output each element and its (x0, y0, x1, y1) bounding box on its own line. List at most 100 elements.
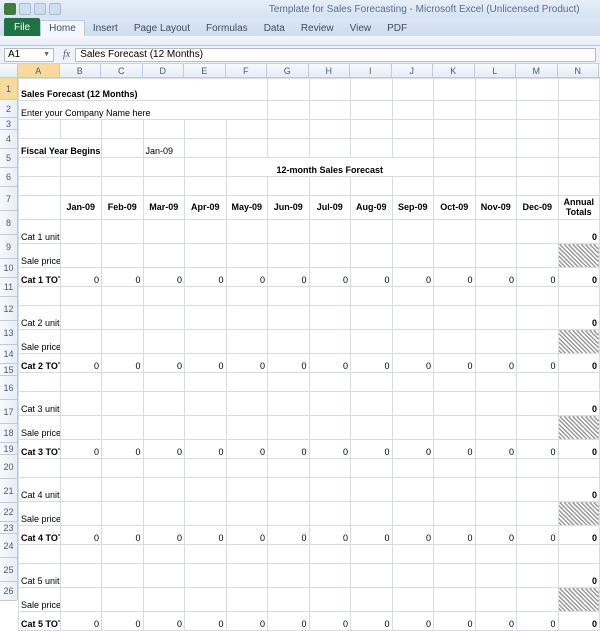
cell-cat5-units-m4[interactable] (226, 564, 268, 588)
cell-cat5-units-m7[interactable] (351, 564, 393, 588)
cell-cat1-price-m1[interactable] (102, 244, 144, 268)
cell-cat4-units-m9[interactable] (434, 478, 476, 502)
cell-cat4-price-m6[interactable] (309, 502, 351, 526)
cell-cat1-price-m6[interactable] (309, 244, 351, 268)
tab-data[interactable]: Data (256, 20, 293, 36)
cell-cat5-units-m10[interactable] (475, 564, 517, 588)
cell-cat2-price-m1[interactable] (102, 330, 144, 354)
col-header-F[interactable]: F (226, 64, 268, 77)
cell-cat2-price-m5[interactable] (268, 330, 310, 354)
name-box[interactable]: A1 ▼ (4, 48, 54, 62)
cell-cat4-price-m0[interactable] (60, 502, 102, 526)
col-header-E[interactable]: E (184, 64, 226, 77)
cell-cat4-price-m1[interactable] (102, 502, 144, 526)
row-header-5[interactable]: 5 (0, 149, 17, 168)
cell-cat2-units-m9[interactable] (434, 306, 476, 330)
company-name-input[interactable]: Enter your Company Name here (19, 101, 268, 120)
row-header-19[interactable]: 19 (0, 443, 17, 455)
tab-review[interactable]: Review (293, 20, 342, 36)
row-header-16[interactable]: 16 (0, 376, 17, 400)
cell-cat3-units-m9[interactable] (434, 392, 476, 416)
cell-cat2-price-m6[interactable] (309, 330, 351, 354)
cell-cat3-units-m11[interactable] (517, 392, 559, 416)
cell-cat5-units-m0[interactable] (60, 564, 102, 588)
cell-cat4-units-m5[interactable] (268, 478, 310, 502)
cell-cat2-price-m8[interactable] (392, 330, 434, 354)
row-header-21[interactable]: 21 (0, 479, 17, 503)
fx-icon[interactable]: fx (58, 49, 75, 60)
cell-cat1-units-m6[interactable] (309, 220, 351, 244)
cell-cat1-units-m11[interactable] (517, 220, 559, 244)
row-header-2[interactable]: 2 (0, 100, 17, 118)
cell-cat1-units-m7[interactable] (351, 220, 393, 244)
row-header-13[interactable]: 13 (0, 321, 17, 345)
cell-cat2-price-m9[interactable] (434, 330, 476, 354)
save-icon[interactable] (19, 3, 31, 15)
row-header-3[interactable]: 3 (0, 118, 17, 130)
cell-cat2-price-m11[interactable] (517, 330, 559, 354)
cell-cat1-price-m3[interactable] (185, 244, 227, 268)
cell-cat1-price-m10[interactable] (475, 244, 517, 268)
row-header-14[interactable]: 14 (0, 345, 17, 364)
col-header-K[interactable]: K (433, 64, 475, 77)
cell-cat2-price-m0[interactable] (60, 330, 102, 354)
tab-home[interactable]: Home (40, 20, 85, 36)
cell-cat3-price-m8[interactable] (392, 416, 434, 440)
cell-cat2-units-m10[interactable] (475, 306, 517, 330)
cell-cat3-price-m3[interactable] (185, 416, 227, 440)
cell-cat1-price-m0[interactable] (60, 244, 102, 268)
cell-cat4-price-m3[interactable] (185, 502, 227, 526)
row-header-26[interactable]: 26 (0, 582, 17, 601)
row-header-8[interactable]: 8 (0, 211, 17, 235)
tab-page-layout[interactable]: Page Layout (126, 20, 198, 36)
row-header-24[interactable]: 24 (0, 534, 17, 558)
cell-cat4-units-m8[interactable] (392, 478, 434, 502)
col-header-N[interactable]: N (558, 64, 600, 77)
cell-cat2-price-m3[interactable] (185, 330, 227, 354)
cell-cat4-price-m2[interactable] (143, 502, 185, 526)
select-all-corner[interactable] (0, 64, 18, 77)
tab-pdf[interactable]: PDF (379, 20, 415, 36)
cell-cat3-price-m6[interactable] (309, 416, 351, 440)
cell-cat4-price-m9[interactable] (434, 502, 476, 526)
undo-icon[interactable] (34, 3, 46, 15)
row-header-7[interactable]: 7 (0, 187, 17, 211)
cell-cat3-units-m10[interactable] (475, 392, 517, 416)
col-header-G[interactable]: G (267, 64, 309, 77)
cell-cat3-price-m2[interactable] (143, 416, 185, 440)
worksheet-grid[interactable]: Sales Forecast (12 Months)Enter your Com… (18, 78, 600, 600)
cell-cat3-units-m3[interactable] (185, 392, 227, 416)
cell-cat4-price-m11[interactable] (517, 502, 559, 526)
cell-cat4-units-m4[interactable] (226, 478, 268, 502)
cell-cat3-price-m1[interactable] (102, 416, 144, 440)
cell-cat2-units-m2[interactable] (143, 306, 185, 330)
cell-cat2-price-m10[interactable] (475, 330, 517, 354)
cell-cat5-units-m6[interactable] (309, 564, 351, 588)
col-header-A[interactable]: A (18, 64, 60, 77)
cell-cat1-units-m8[interactable] (392, 220, 434, 244)
col-header-J[interactable]: J (392, 64, 434, 77)
row-header-22[interactable]: 22 (0, 503, 17, 522)
cell-cat5-units-m5[interactable] (268, 564, 310, 588)
cell-cat5-units-m2[interactable] (143, 564, 185, 588)
col-header-C[interactable]: C (101, 64, 143, 77)
cell-cat3-units-m8[interactable] (392, 392, 434, 416)
cell-cat3-price-m5[interactable] (268, 416, 310, 440)
cell-cat1-price-m5[interactable] (268, 244, 310, 268)
cell-cat3-price-m11[interactable] (517, 416, 559, 440)
row-header-17[interactable]: 17 (0, 400, 17, 424)
cell-cat3-units-m7[interactable] (351, 392, 393, 416)
cell-cat3-price-m10[interactable] (475, 416, 517, 440)
tab-file[interactable]: File (4, 18, 40, 36)
cell-cat1-price-m8[interactable] (392, 244, 434, 268)
cell-cat5-units-m9[interactable] (434, 564, 476, 588)
chevron-down-icon[interactable]: ▼ (43, 51, 50, 58)
cell-cat4-units-m10[interactable] (475, 478, 517, 502)
fiscal-year-value[interactable]: Jan-09 (143, 139, 185, 158)
cell-cat2-price-m4[interactable] (226, 330, 268, 354)
row-header-6[interactable]: 6 (0, 168, 17, 187)
row-header-25[interactable]: 25 (0, 558, 17, 582)
cell-cat4-price-m10[interactable] (475, 502, 517, 526)
col-header-I[interactable]: I (350, 64, 392, 77)
cell-cat1-units-m1[interactable] (102, 220, 144, 244)
